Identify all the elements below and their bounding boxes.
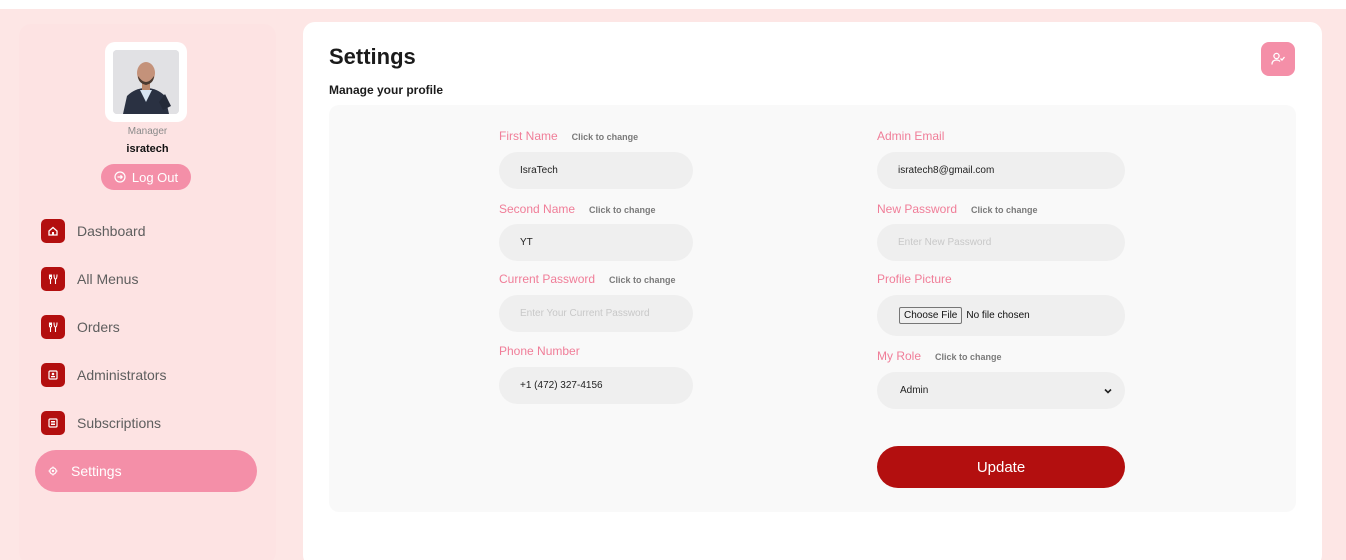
avatar[interactable]	[113, 50, 179, 114]
chevron-down-icon	[1104, 388, 1112, 394]
new-password-hint: Click to change	[971, 205, 1038, 215]
first-name-field[interactable]	[499, 152, 693, 189]
current-password-field[interactable]	[499, 295, 693, 332]
sidebar-item-label: Dashboard	[77, 223, 146, 239]
logout-icon	[114, 171, 126, 183]
choose-file-button[interactable]: Choose File	[899, 307, 963, 324]
page-title: Settings	[329, 44, 416, 69]
username: isratech	[126, 143, 169, 155]
user-check-icon	[1271, 52, 1285, 65]
first-name-hint: Click to change	[571, 132, 639, 142]
second-name-field[interactable]	[499, 224, 693, 261]
profile-button[interactable]	[1261, 42, 1295, 76]
profile-picture-field: Choose File No file chosen	[877, 295, 1125, 336]
sidebar-item-label: All Menus	[77, 271, 139, 287]
sidebar: Manager isratech Log Out Dashboard All M…	[19, 24, 276, 560]
second-name-label: Second Name Click to change	[499, 202, 656, 216]
top-strip	[0, 0, 1346, 9]
phone-number-field[interactable]	[499, 367, 693, 404]
sidebar-item-label: Administrators	[77, 367, 167, 383]
first-name-label: First Name Click to change	[499, 129, 639, 143]
avatar-photo	[113, 50, 179, 114]
id-badge-icon	[41, 363, 65, 387]
new-password-label: New Password Click to change	[877, 202, 1038, 216]
sidebar-item-orders[interactable]: Orders	[35, 306, 257, 348]
user-role: Manager	[127, 126, 168, 137]
sidebar-item-label: Settings	[71, 463, 122, 479]
phone-number-label: Phone Number	[499, 344, 580, 358]
second-name-hint: Click to change	[589, 205, 656, 215]
admin-email-field[interactable]	[877, 152, 1125, 189]
my-role-hint: Click to change	[935, 352, 1002, 362]
settings-form: First NameClick to change Second NameCli…	[329, 105, 1296, 512]
logout-label: Log Out	[131, 169, 179, 185]
role-select[interactable]: Admin	[877, 372, 1125, 409]
profile-picture-label: Profile Picture	[877, 272, 952, 286]
admin-email-label: Admin Email	[877, 129, 945, 143]
home-icon	[41, 219, 65, 243]
utensils-icon	[41, 267, 65, 291]
gear-icon	[41, 459, 65, 483]
current-password-label: Current Password Click to change	[499, 272, 676, 286]
sidebar-item-label: Subscriptions	[77, 415, 162, 431]
sidebar-item-dashboard[interactable]: Dashboard	[35, 210, 257, 252]
current-password-hint: Click to change	[609, 275, 676, 285]
file-status: No file chosen	[966, 310, 1030, 321]
update-button[interactable]: Update	[877, 446, 1125, 488]
sidebar-item-administrators[interactable]: Administrators	[35, 354, 257, 396]
newspaper-icon	[41, 411, 65, 435]
my-role-label: My Role Click to change	[877, 349, 1002, 363]
new-password-field[interactable]	[877, 224, 1125, 261]
role-select-value: Admin	[900, 385, 929, 396]
utensils-icon	[41, 315, 65, 339]
sidebar-item-label: Orders	[77, 319, 120, 335]
main-content: Settings Manage your profile First Name C…	[303, 22, 1322, 560]
sidebar-item-subscriptions[interactable]: Subscriptions	[35, 402, 257, 444]
sidebar-item-settings[interactable]: Settings	[35, 450, 257, 492]
logout-button[interactable]: Log Out	[101, 164, 191, 190]
avatar-frame	[105, 42, 187, 122]
sidebar-item-all-menus[interactable]: All Menus	[35, 258, 257, 300]
page-subtitle: Manage your profile	[329, 83, 444, 97]
